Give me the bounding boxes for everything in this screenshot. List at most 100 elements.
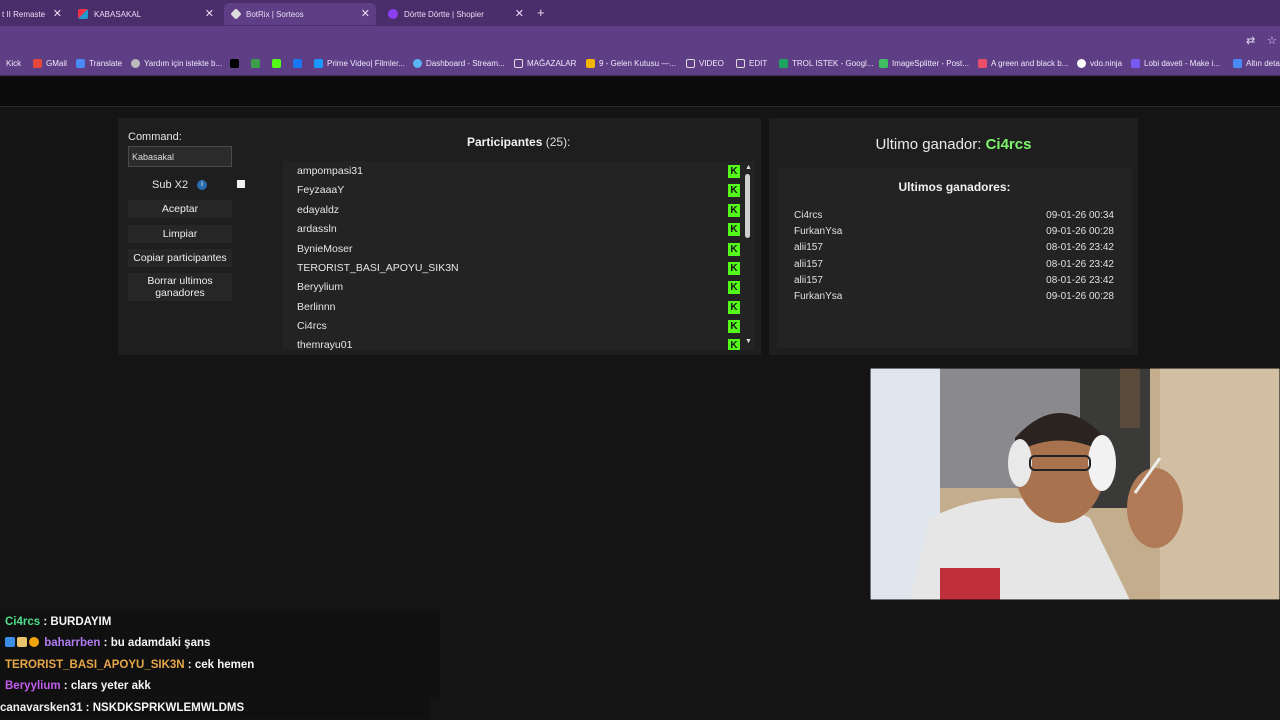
participants-list[interactable]: ampompasi31 K FeyzaaaY K edayaldz K ardassl… bbox=[283, 161, 755, 350]
kick-icon: K bbox=[728, 243, 740, 256]
info-icon[interactable]: i bbox=[197, 180, 207, 190]
kick-icon bbox=[272, 59, 281, 68]
chat-username: TERORIST_BASI_APOYU_SIK3N bbox=[5, 659, 185, 671]
bookmark-imagesplitter[interactable]: ImageSplitter - Post... bbox=[879, 59, 969, 68]
list-item[interactable]: FeyzaaaY K bbox=[297, 181, 740, 200]
gmail-icon bbox=[33, 59, 42, 68]
page-header bbox=[0, 77, 1280, 107]
chat-message: baharrben : bu adamdaki şans bbox=[0, 633, 440, 654]
accept-button[interactable]: Aceptar bbox=[128, 200, 232, 218]
delete-winners-label-1: Borrar ultimos bbox=[147, 275, 213, 287]
winner-row: alii157 08-01-26 23:42 bbox=[794, 275, 1114, 286]
winner-row: alii157 08-01-26 23:42 bbox=[794, 242, 1114, 253]
bookmark-gmail[interactable]: GMail bbox=[33, 59, 67, 68]
close-icon[interactable]: ✕ bbox=[515, 7, 524, 20]
webcam-scene bbox=[870, 368, 1280, 600]
bookmark-lobi[interactable]: Lobi daveti - Make i... bbox=[1131, 59, 1220, 68]
bookmark-drive[interactable] bbox=[251, 59, 264, 68]
folder-icon bbox=[736, 59, 745, 68]
participants-scrollbar[interactable]: ▲ ▼ bbox=[742, 164, 752, 350]
chat-overlay: Ci4rcs : BURDAYIM baharrben : bu adamdak… bbox=[0, 612, 440, 720]
bookmark-help[interactable]: Yardım için istekte b... bbox=[131, 59, 222, 68]
chat-username: Beryylium bbox=[5, 680, 61, 692]
address-bar: ⇄ ☆ bbox=[0, 26, 1280, 54]
star-icon[interactable]: ☆ bbox=[1267, 34, 1277, 47]
winner-row: FurkanYsa 09-01-26 00:28 bbox=[794, 291, 1114, 302]
list-item[interactable]: Berlinnn K bbox=[297, 298, 740, 317]
command-input[interactable] bbox=[128, 146, 232, 167]
chat-message: Ci4rcs : BURDAYIM bbox=[0, 612, 440, 633]
close-icon[interactable]: ✕ bbox=[53, 7, 62, 20]
vdo-icon bbox=[1077, 59, 1086, 68]
chat-text: clars yeter akk bbox=[70, 680, 151, 692]
participants-title: Participantes (25): bbox=[283, 135, 853, 149]
chat-message: TERORIST_BASI_APOYU_SIK3N : cek hemen bbox=[0, 655, 440, 676]
lobby-icon bbox=[1131, 59, 1140, 68]
bookmark-dashboard[interactable]: Dashboard - Stream... bbox=[413, 59, 505, 68]
scroll-down-icon[interactable]: ▼ bbox=[745, 338, 752, 345]
close-icon[interactable]: ✕ bbox=[205, 7, 214, 20]
chat-text: BURDAYIM bbox=[50, 616, 112, 628]
folder-icon bbox=[514, 59, 523, 68]
last-winner-heading: Ultimo ganador: Ci4rcs bbox=[769, 136, 1138, 153]
copy-participants-button[interactable]: Copiar participantes bbox=[128, 249, 232, 267]
kick-icon: K bbox=[728, 339, 740, 350]
winner-row: FurkanYsa 09-01-26 00:28 bbox=[794, 226, 1114, 237]
tab-4-label: Dörtte Dörtte | Shopier bbox=[404, 9, 484, 19]
tab-3-label: BotRix | Sorteos bbox=[246, 9, 304, 19]
chat-username: Ci4rcs bbox=[5, 616, 41, 628]
kick-icon: K bbox=[728, 165, 740, 178]
chat-message: canavarsken31 : NSKDKSPRKWLEMWLDMS bbox=[0, 698, 430, 719]
bookmark-prime[interactable]: Prime Video| Filmler... bbox=[314, 59, 405, 68]
bookmark-magazalar[interactable]: MAĞAZALAR bbox=[514, 59, 576, 68]
tab-3[interactable]: BotRix | Sorteos ✕ bbox=[224, 3, 376, 25]
clear-button[interactable]: Limpiar bbox=[128, 225, 232, 243]
bookmark-kick-2[interactable] bbox=[272, 59, 285, 68]
list-item[interactable]: Beryylium K bbox=[297, 278, 740, 297]
delete-winners-label-2: ganadores bbox=[155, 287, 205, 299]
list-item[interactable]: ampompasi31 K bbox=[297, 162, 740, 181]
kick-icon: K bbox=[728, 320, 740, 333]
bookmark-vdo[interactable]: vdo.ninja bbox=[1077, 59, 1122, 68]
list-item[interactable]: Ci4rcs K bbox=[297, 317, 740, 336]
facebook-icon bbox=[293, 59, 302, 68]
bookmark-x[interactable] bbox=[230, 59, 243, 68]
bookmark-inbox[interactable]: 9 - Gelen Kutusu —... bbox=[586, 59, 676, 68]
image-icon bbox=[978, 59, 987, 68]
sub-x2-label: Sub X2 bbox=[152, 179, 189, 191]
chat-username: baharrben bbox=[44, 637, 101, 649]
bookmark-video[interactable]: VIDEO bbox=[686, 59, 724, 68]
chat-username: canavarsken31 bbox=[0, 702, 83, 714]
bookmark-kick[interactable]: Kick bbox=[6, 59, 21, 68]
bookmark-altin[interactable]: Altın deta bbox=[1233, 59, 1280, 68]
participants-count: (25): bbox=[545, 135, 571, 149]
sub-x2-checkbox[interactable] bbox=[237, 180, 245, 188]
list-item[interactable]: themrayu01 K bbox=[297, 336, 740, 350]
list-item[interactable]: BynieMoser K bbox=[297, 240, 740, 259]
tab-1-label: t II Remaste bbox=[2, 9, 46, 19]
folder-icon bbox=[686, 59, 695, 68]
list-item[interactable]: ardassln K bbox=[297, 220, 740, 239]
list-item[interactable]: TERORIST_BASI_APOYU_SIK3N K bbox=[297, 259, 740, 278]
bookmark-translate[interactable]: Translate bbox=[76, 59, 122, 68]
translate-icon[interactable]: ⇄ bbox=[1246, 34, 1255, 47]
tab-2[interactable]: KABASAKAL ✕ bbox=[70, 3, 220, 25]
bookmark-edit[interactable]: EDIT bbox=[736, 59, 767, 68]
winners-list-box bbox=[777, 168, 1132, 348]
scroll-up-icon[interactable]: ▲ bbox=[745, 164, 752, 171]
webcam-overlay bbox=[870, 368, 1280, 600]
close-icon[interactable]: ✕ bbox=[361, 7, 370, 20]
list-item[interactable]: edayaldz K bbox=[297, 201, 740, 220]
delete-winners-button[interactable]: Borrar ultimos ganadores bbox=[128, 273, 232, 301]
tab-4[interactable]: Dörtte Dörtte | Shopier ✕ bbox=[380, 3, 530, 25]
kick-icon: K bbox=[728, 281, 740, 294]
winners-list-title: Ultimos ganadores: bbox=[898, 180, 1011, 194]
bookmark-trol[interactable]: TROL ISTEK - Googl... bbox=[779, 59, 874, 68]
tab-1[interactable]: t II Remaste ✕ bbox=[0, 3, 66, 25]
last-winner-name: Ci4rcs bbox=[985, 136, 1032, 153]
bookmark-green-black[interactable]: A green and black b... bbox=[978, 59, 1068, 68]
scroll-thumb[interactable] bbox=[745, 174, 750, 238]
new-tab-icon[interactable]: + bbox=[537, 5, 545, 20]
chat-message: Beryylium : clars yeter akk bbox=[0, 676, 440, 697]
bookmark-facebook[interactable] bbox=[293, 59, 306, 68]
